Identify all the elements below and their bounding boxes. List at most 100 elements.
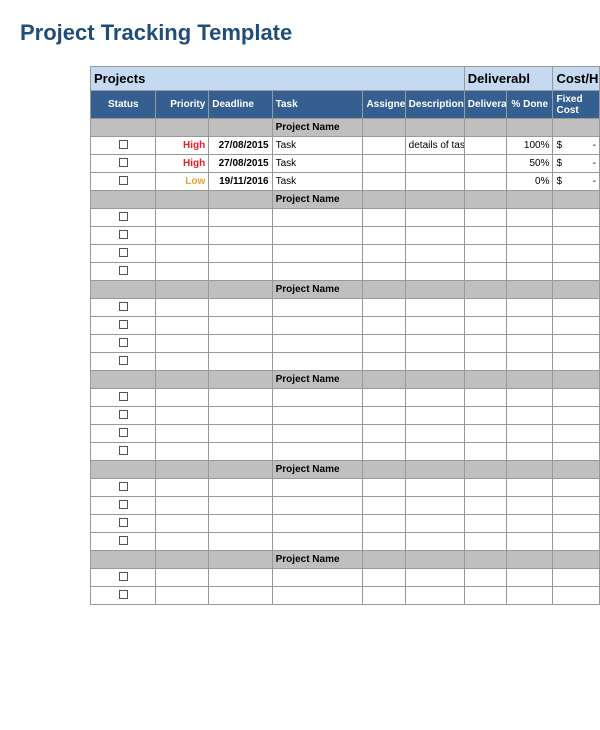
cell-deadline[interactable] — [209, 299, 272, 317]
cell-deadline[interactable] — [209, 587, 272, 605]
cell-deliverable[interactable] — [464, 335, 506, 353]
cell-deliverable[interactable] — [464, 317, 506, 335]
cell-priority[interactable] — [156, 209, 209, 227]
cell-fixed-cost[interactable] — [553, 515, 600, 533]
cell-deliverable[interactable] — [464, 353, 506, 371]
cell-priority[interactable] — [156, 299, 209, 317]
status-checkbox[interactable] — [119, 212, 128, 221]
cell-deadline[interactable] — [209, 425, 272, 443]
cell-priority[interactable] — [156, 479, 209, 497]
cell-deadline[interactable] — [209, 515, 272, 533]
cell-fixed-cost[interactable] — [553, 299, 600, 317]
cell-fixed-cost[interactable] — [553, 533, 600, 551]
status-checkbox[interactable] — [119, 446, 128, 455]
cell-deliverable[interactable] — [464, 587, 506, 605]
cell-percent-done[interactable] — [507, 353, 553, 371]
cell-priority[interactable] — [156, 353, 209, 371]
cell-assignee[interactable] — [363, 137, 405, 155]
cell-assignee[interactable] — [363, 533, 405, 551]
cell-task[interactable] — [272, 245, 363, 263]
status-checkbox[interactable] — [119, 158, 128, 167]
cell-deliverable[interactable] — [464, 209, 506, 227]
cell-task[interactable] — [272, 317, 363, 335]
cell-fixed-cost[interactable]: $- — [553, 173, 600, 191]
cell-assignee[interactable] — [363, 497, 405, 515]
cell-task[interactable]: Task — [272, 137, 363, 155]
cell-fixed-cost[interactable] — [553, 335, 600, 353]
cell-fixed-cost[interactable] — [553, 389, 600, 407]
cell-task[interactable] — [272, 425, 363, 443]
cell-priority[interactable]: Low — [156, 173, 209, 191]
cell-description[interactable] — [405, 335, 464, 353]
cell-fixed-cost[interactable] — [553, 443, 600, 461]
status-checkbox[interactable] — [119, 572, 128, 581]
cell-task[interactable] — [272, 587, 363, 605]
cell-description[interactable] — [405, 587, 464, 605]
cell-assignee[interactable] — [363, 407, 405, 425]
cell-assignee[interactable] — [363, 587, 405, 605]
cell-description[interactable] — [405, 497, 464, 515]
cell-description[interactable] — [405, 317, 464, 335]
cell-priority[interactable] — [156, 515, 209, 533]
cell-fixed-cost[interactable] — [553, 317, 600, 335]
cell-deliverable[interactable] — [464, 569, 506, 587]
cell-priority[interactable] — [156, 497, 209, 515]
cell-percent-done[interactable] — [507, 209, 553, 227]
cell-description[interactable] — [405, 407, 464, 425]
status-checkbox[interactable] — [119, 248, 128, 257]
cell-deadline[interactable] — [209, 353, 272, 371]
status-checkbox[interactable] — [119, 176, 128, 185]
status-checkbox[interactable] — [119, 392, 128, 401]
cell-deliverable[interactable] — [464, 137, 506, 155]
status-checkbox[interactable] — [119, 230, 128, 239]
cell-description[interactable] — [405, 389, 464, 407]
cell-percent-done[interactable] — [507, 587, 553, 605]
cell-task[interactable] — [272, 335, 363, 353]
cell-assignee[interactable] — [363, 155, 405, 173]
cell-assignee[interactable] — [363, 263, 405, 281]
cell-percent-done[interactable] — [507, 497, 553, 515]
cell-assignee[interactable] — [363, 425, 405, 443]
status-checkbox[interactable] — [119, 500, 128, 509]
cell-deadline[interactable] — [209, 497, 272, 515]
cell-priority[interactable] — [156, 443, 209, 461]
cell-priority[interactable] — [156, 533, 209, 551]
status-checkbox[interactable] — [119, 518, 128, 527]
cell-assignee[interactable] — [363, 335, 405, 353]
cell-deadline[interactable]: 19/11/2016 — [209, 173, 272, 191]
cell-task[interactable] — [272, 515, 363, 533]
cell-priority[interactable] — [156, 425, 209, 443]
cell-description[interactable]: details of task here — [405, 137, 464, 155]
cell-fixed-cost[interactable] — [553, 227, 600, 245]
cell-fixed-cost[interactable]: $- — [553, 137, 600, 155]
status-checkbox[interactable] — [119, 302, 128, 311]
status-checkbox[interactable] — [119, 428, 128, 437]
cell-assignee[interactable] — [363, 569, 405, 587]
cell-deadline[interactable] — [209, 533, 272, 551]
cell-description[interactable] — [405, 353, 464, 371]
cell-deadline[interactable] — [209, 317, 272, 335]
cell-assignee[interactable] — [363, 245, 405, 263]
cell-deliverable[interactable] — [464, 389, 506, 407]
cell-assignee[interactable] — [363, 209, 405, 227]
status-checkbox[interactable] — [119, 266, 128, 275]
cell-description[interactable] — [405, 227, 464, 245]
cell-assignee[interactable] — [363, 317, 405, 335]
cell-priority[interactable] — [156, 245, 209, 263]
cell-task[interactable] — [272, 443, 363, 461]
cell-priority[interactable] — [156, 335, 209, 353]
cell-priority[interactable] — [156, 227, 209, 245]
cell-priority[interactable] — [156, 263, 209, 281]
cell-percent-done[interactable] — [507, 389, 553, 407]
cell-assignee[interactable] — [363, 515, 405, 533]
cell-task[interactable] — [272, 569, 363, 587]
cell-deliverable[interactable] — [464, 443, 506, 461]
cell-task[interactable] — [272, 533, 363, 551]
cell-percent-done[interactable]: 100% — [507, 137, 553, 155]
cell-deadline[interactable] — [209, 479, 272, 497]
cell-task[interactable]: Task — [272, 173, 363, 191]
cell-description[interactable] — [405, 533, 464, 551]
cell-assignee[interactable] — [363, 173, 405, 191]
cell-percent-done[interactable]: 0% — [507, 173, 553, 191]
cell-task[interactable] — [272, 479, 363, 497]
